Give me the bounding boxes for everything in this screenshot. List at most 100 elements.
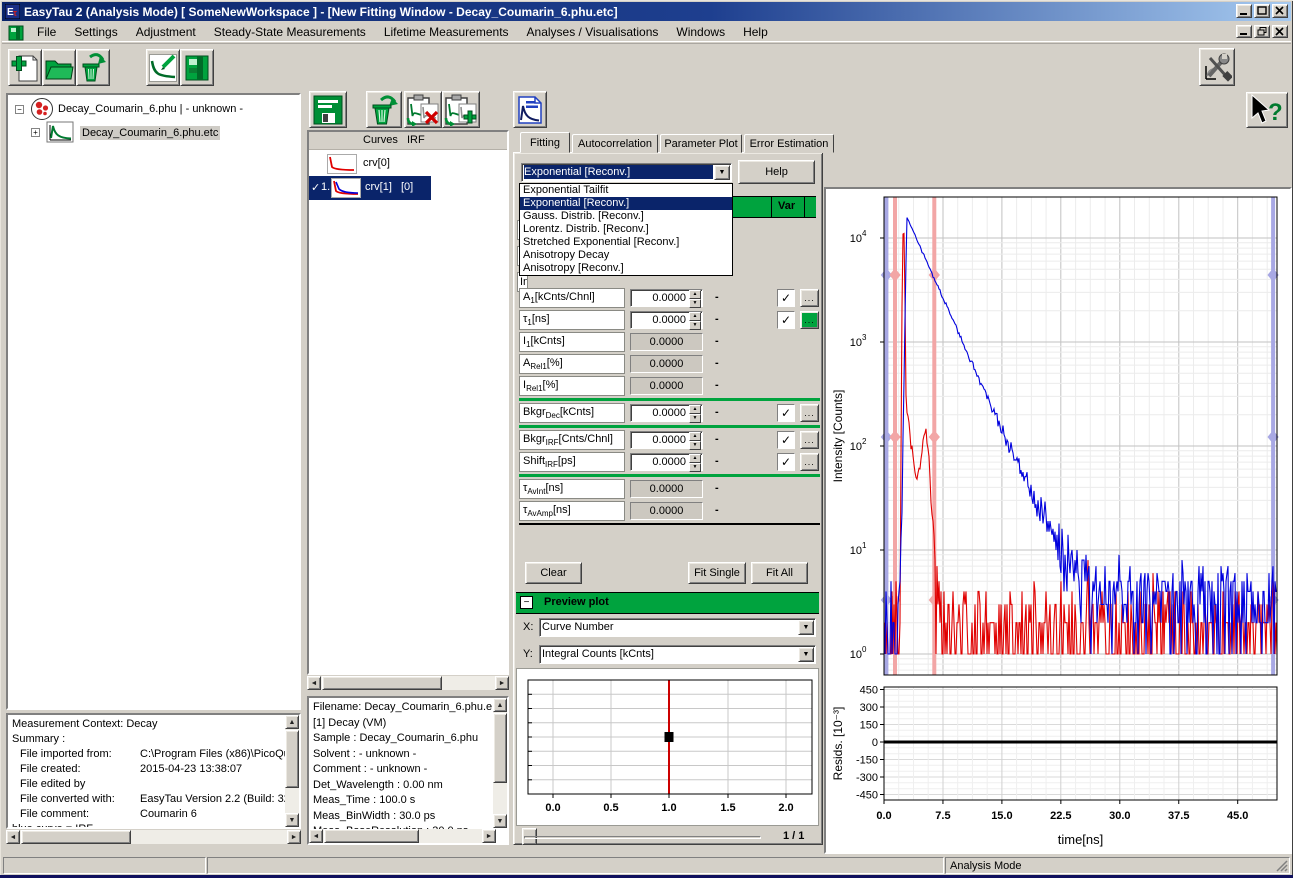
curve-row-1[interactable]: ✓ 1. crv[1] [0]	[309, 176, 431, 200]
preview-y-combobox[interactable]: Integral Counts [kCnts] ▼	[539, 645, 816, 664]
param-value-input[interactable]: 0.0000▲▼	[630, 404, 703, 422]
value-spinner[interactable]: ▲▼	[689, 312, 701, 328]
param-vary-checkbox[interactable]: ✓	[777, 431, 795, 449]
combo-dropdown-arrow[interactable]: ▼	[714, 165, 730, 180]
help-button[interactable]: Help	[738, 160, 815, 184]
tab-autocorrelation[interactable]: Autocorrelation	[572, 134, 658, 153]
svg-text:10: 10	[850, 337, 862, 349]
model-dropdown-list[interactable]: Exponential TailfitExponential [Reconv.]…	[519, 183, 733, 276]
model-option[interactable]: Exponential Tailfit	[520, 184, 732, 197]
save-curves-button[interactable]	[309, 91, 347, 128]
param-vary-checkbox[interactable]: ✓	[777, 289, 795, 307]
remove-from-clipboard-button[interactable]	[404, 91, 442, 128]
menu-item-settings[interactable]: Settings	[65, 22, 126, 42]
fit-all-button[interactable]: Fit All	[751, 562, 808, 584]
param-options-button[interactable]: ...	[800, 431, 819, 449]
fit-single-button[interactable]: Fit Single	[688, 562, 746, 584]
param-options-button[interactable]: ...	[800, 289, 819, 307]
file-info-vscrollbar[interactable]: ▲ ▼	[493, 698, 507, 828]
menu-item-analyses-visualisations[interactable]: Analyses / Visualisations	[518, 22, 668, 42]
preview-y-label: Y:	[523, 648, 533, 660]
context-help-button[interactable]: ?	[1246, 92, 1288, 128]
tab-error-estimation[interactable]: Error Estimation	[744, 134, 834, 153]
resize-grip[interactable]	[1275, 859, 1288, 872]
menu-item-file[interactable]: File	[28, 22, 65, 42]
param-label: ShiftIRF[ps]	[519, 452, 625, 472]
model-option[interactable]: Exponential [Reconv.]	[520, 197, 732, 210]
curves-list-hscrollbar[interactable]: ◄ ►	[307, 676, 509, 690]
info-line: Measurement Context: Decay	[12, 717, 295, 732]
param-options-button[interactable]: ...	[800, 453, 819, 471]
value-spinner[interactable]: ▲▼	[689, 432, 701, 448]
mode-toggle-button[interactable]	[180, 49, 214, 86]
curve-number: 1.	[321, 181, 330, 193]
param-vary-checkbox[interactable]: ✓	[777, 311, 795, 329]
title-bar: E τ EasyTau 2 (Analysis Mode) [ SomeNewW…	[2, 2, 1291, 21]
combo-dropdown-arrow[interactable]: ▼	[798, 647, 814, 662]
model-option[interactable]: Anisotropy [Reconv.]	[520, 262, 732, 275]
mdi-minimize-button[interactable]	[1236, 25, 1252, 38]
maximize-button[interactable]	[1254, 4, 1270, 18]
tree-root-label[interactable]: Decay_Coumarin_6.phu | - unknown -	[58, 103, 243, 115]
value-spinner[interactable]: ▲▼	[689, 454, 701, 470]
param-value-input[interactable]: 0.0000▲▼	[630, 431, 703, 449]
svg-text:time[ns]: time[ns]	[1058, 832, 1104, 847]
param-value-input[interactable]: 0.0000▲▼	[630, 289, 703, 307]
menu-item-help[interactable]: Help	[734, 22, 777, 42]
model-combobox[interactable]: Exponential [Reconv.] ▼	[521, 163, 732, 182]
model-option[interactable]: Lorentz. Distrib. [Reconv.]	[520, 223, 732, 236]
mdi-close-button[interactable]	[1272, 25, 1288, 38]
curves-list-header: Curves IRF	[309, 132, 507, 150]
param-vary-checkbox[interactable]: ✓	[777, 404, 795, 422]
info-line: Summary :	[12, 732, 295, 747]
menu-item-adjustment[interactable]: Adjustment	[127, 22, 205, 42]
tab-parameter-plot[interactable]: Parameter Plot	[660, 134, 742, 153]
mdi-child-icon[interactable]	[8, 25, 24, 41]
new-workspace-button[interactable]	[8, 49, 42, 86]
close-button[interactable]	[1272, 4, 1288, 18]
tree-collapse-toggle[interactable]: −	[15, 105, 24, 114]
value-spinner[interactable]: ▲▼	[689, 290, 701, 306]
info-line: File imported from:C:\Program Files (x86…	[12, 747, 295, 762]
minimize-button[interactable]	[1236, 4, 1252, 18]
decay-plot[interactable]: 1001011021031044503001500-150-300-4500.0…	[826, 189, 1290, 852]
settings-tools-button[interactable]	[1199, 48, 1235, 86]
param-label: τ1[ns]	[519, 310, 625, 330]
delete-curve-button[interactable]	[366, 91, 402, 128]
open-workspace-button[interactable]	[42, 49, 76, 86]
mdi-restore-button[interactable]	[1254, 25, 1270, 38]
curve-row-0[interactable]: crv[0]	[309, 152, 507, 176]
parameter-table: A1[kCnts/Chnl]0.0000▲▼-✓...τ1[ns]0.0000▲…	[519, 288, 820, 525]
combo-dropdown-arrow[interactable]: ▼	[798, 620, 814, 635]
delete-button[interactable]	[76, 49, 110, 86]
analysis-tool-button[interactable]	[146, 49, 180, 86]
menu-item-windows[interactable]: Windows	[667, 22, 734, 42]
param-value-input[interactable]: 0.0000▲▼	[630, 311, 703, 329]
file-info-line: Meas_BinWidth : 30.0 ps	[313, 809, 503, 825]
model-option[interactable]: Stretched Exponential [Reconv.]	[520, 236, 732, 249]
value-spinner[interactable]: ▲▼	[689, 405, 701, 421]
tab-fitting[interactable]: Fitting	[520, 132, 570, 153]
decay-curve-icon	[46, 121, 74, 143]
menu-item-steady-state-measurements[interactable]: Steady-State Measurements	[205, 22, 375, 42]
svg-text:22.5: 22.5	[1050, 810, 1071, 822]
curve-pen-icon	[149, 54, 177, 82]
collapse-preview-toggle[interactable]: −	[520, 596, 533, 609]
param-options-button[interactable]: ...	[800, 404, 819, 422]
left-panel-hscrollbar[interactable]: ◄ ►	[6, 830, 301, 844]
param-vary-checkbox[interactable]: ✓	[777, 453, 795, 471]
menu-item-lifetime-measurements[interactable]: Lifetime Measurements	[375, 22, 518, 42]
model-option[interactable]: Gauss. Distrib. [Reconv.]	[520, 210, 732, 223]
add-to-clipboard-button[interactable]	[442, 91, 480, 128]
tree-expand-toggle[interactable]: +	[31, 128, 40, 137]
info-line: blue curve = IRF	[12, 822, 295, 829]
param-options-button[interactable]: ...	[800, 311, 819, 329]
tree-child-label[interactable]: Decay_Coumarin_6.phu.etc	[80, 126, 220, 140]
preview-x-combobox[interactable]: Curve Number ▼	[539, 618, 816, 637]
curve-pager-slider-track[interactable]	[524, 836, 761, 839]
status-segment-3: Analysis Mode	[945, 857, 1290, 874]
clear-button[interactable]: Clear	[525, 562, 582, 584]
param-value-input[interactable]: 0.0000▲▼	[630, 453, 703, 471]
model-option[interactable]: Anisotropy Decay	[520, 249, 732, 262]
measurement-info-vscrollbar[interactable]: ▲ ▼	[285, 715, 299, 827]
